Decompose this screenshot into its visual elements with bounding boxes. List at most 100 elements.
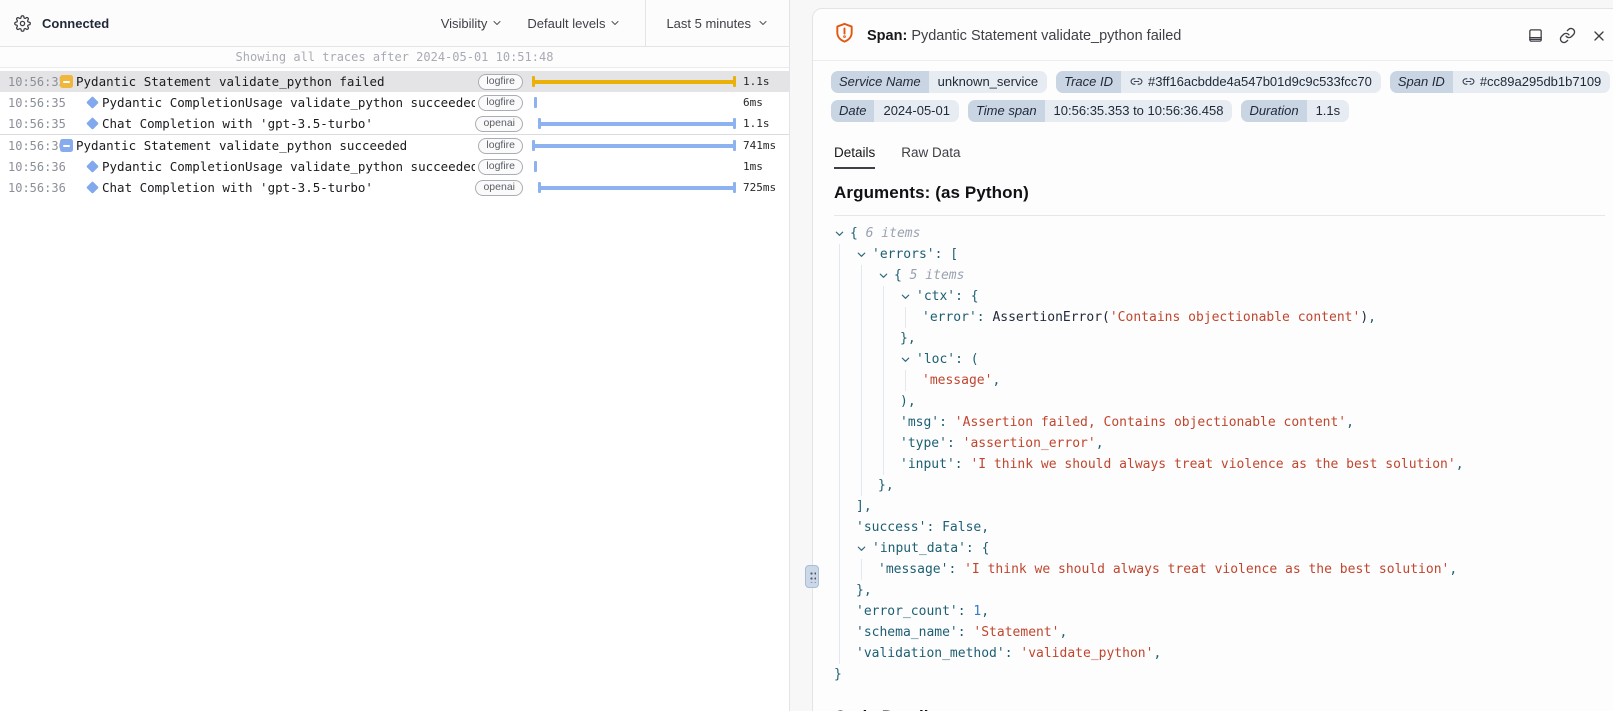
tab-raw-data[interactable]: Raw Data: [901, 145, 960, 169]
badge-value[interactable]: #cc89a295db1b7109: [1453, 71, 1610, 93]
trace-time: 10:56:35: [0, 75, 56, 89]
trace-tag: logfire: [478, 138, 523, 154]
badge-value-text: 2024-05-01: [883, 103, 950, 118]
code-token: 'assertion_error': [963, 433, 1096, 454]
badge-value-text: 1.1s: [1316, 103, 1341, 118]
trace-row[interactable]: 10:56:35Chat Completion with 'gpt-3.5-tu…: [0, 113, 789, 134]
default-levels-dropdown[interactable]: Default levels: [527, 16, 621, 31]
indent-guide: [856, 454, 878, 475]
code-token: 'Statement': [973, 622, 1059, 643]
tree-line: { 6 items: [834, 223, 1605, 244]
badge-label: Trace ID: [1056, 71, 1121, 93]
indent-guide: [834, 286, 856, 307]
indent-guide: [834, 559, 856, 580]
indent-guide: [856, 412, 878, 433]
tree-line: },: [834, 475, 1605, 496]
code-token: },: [856, 580, 872, 601]
trace-duration: 6ms: [743, 96, 789, 109]
badge-value[interactable]: #3ff16acbdde4a547b01d9c9c533fcc70: [1121, 71, 1381, 93]
indent-guide: [834, 433, 856, 454]
indent-guide: [856, 391, 878, 412]
span-detail-panel: Span: Pydantic Statement validate_python…: [812, 8, 1613, 711]
badge-value-text: #cc89a295db1b7109: [1480, 74, 1601, 89]
chevron-down-icon[interactable]: [834, 223, 850, 244]
code-details-heading: Code Details: [813, 685, 1613, 711]
tree-line: },: [834, 580, 1605, 601]
code-token: :: [939, 412, 955, 433]
code-token: },: [900, 328, 916, 349]
indent-guide: [834, 244, 856, 265]
code-token: {: [850, 223, 866, 244]
code-token: :: [1005, 643, 1021, 664]
trace-message: Pydantic Statement validate_python faile…: [76, 74, 475, 89]
code-token: 'type': [900, 433, 947, 454]
trace-tag: logfire: [478, 95, 523, 111]
gear-icon[interactable]: [14, 15, 31, 32]
code-token: ,: [981, 601, 989, 622]
indent-guide: [856, 286, 878, 307]
traces-panel: Connected Visibility Default levels Last…: [0, 0, 790, 711]
indent-guide: [878, 412, 900, 433]
indent-guide: [834, 370, 856, 391]
trace-row[interactable]: 10:56:36Pydantic Statement validate_pyth…: [0, 135, 789, 156]
code-token: ,: [1368, 307, 1376, 328]
trace-row[interactable]: 10:56:35Pydantic CompletionUsage validat…: [0, 92, 789, 113]
tree-line: 'message',: [834, 370, 1605, 391]
code-token: :: [947, 433, 963, 454]
code-token: {: [894, 265, 910, 286]
code-token: ,: [992, 370, 1000, 391]
indent-guide: [834, 391, 856, 412]
indent-guide: [878, 286, 900, 307]
badge-value-text: unknown_service: [938, 74, 1038, 89]
indent-guide: [900, 307, 922, 328]
time-range-label: Last 5 minutes: [666, 16, 751, 31]
indent-guide: [856, 433, 878, 454]
code-token: ,: [981, 517, 989, 538]
visibility-dropdown[interactable]: Visibility: [441, 16, 504, 31]
chevron-down-icon[interactable]: [856, 244, 872, 265]
tab-details[interactable]: Details: [834, 145, 875, 169]
code-token: 'loc': [916, 349, 955, 370]
indent-guide: [878, 328, 900, 349]
chevron-down-icon[interactable]: [900, 349, 916, 370]
indent-guide: [834, 496, 856, 517]
close-icon[interactable]: [1591, 28, 1607, 44]
link-icon[interactable]: [1559, 27, 1576, 44]
trace-row[interactable]: 10:56:35 Pydantic Statement validate_pyth…: [0, 71, 789, 92]
span-meta-badges: Service Nameunknown_serviceTrace ID#3ff1…: [813, 61, 1613, 133]
trace-time: 10:56:35: [0, 96, 56, 110]
info-level-icon: [56, 139, 76, 152]
tree-line: { 5 items: [834, 265, 1605, 286]
trace-group: 10:56:36Pydantic Statement validate_pyth…: [0, 134, 789, 198]
indent-guide: [834, 265, 856, 286]
code-token: 'Contains objectionable content': [1110, 307, 1360, 328]
span-diamond-icon: [82, 119, 102, 128]
grip-dots-icon: [809, 570, 816, 583]
span-diamond-icon: [82, 98, 102, 107]
indent-guide: [856, 559, 878, 580]
time-range-dropdown[interactable]: Last 5 minutes: [645, 0, 789, 46]
code-token: 'schema_name': [856, 622, 958, 643]
chevron-down-icon[interactable]: [878, 265, 894, 286]
tree-line: 'errors': [: [834, 244, 1605, 265]
code-token: 'validation_method': [856, 643, 1005, 664]
indent-guide: [878, 307, 900, 328]
resize-handle[interactable]: [805, 565, 819, 588]
code-token: 'error_count': [856, 601, 958, 622]
tree-line: 'input': 'I think we should always treat…: [834, 454, 1605, 475]
code-token: : {: [955, 286, 978, 307]
code-token: 'error': [922, 307, 977, 328]
trace-row[interactable]: 10:56:36Pydantic CompletionUsage validat…: [0, 156, 789, 177]
span-diamond-icon: [82, 162, 102, 171]
warning-shield-icon: [833, 21, 856, 50]
code-token: 'message': [878, 559, 948, 580]
tree-line: }: [834, 664, 1605, 685]
code-token: 'input': [900, 454, 955, 475]
indent-guide: [834, 475, 856, 496]
chevron-down-icon[interactable]: [856, 538, 872, 559]
chevron-down-icon[interactable]: [900, 286, 916, 307]
trace-row[interactable]: 10:56:36Chat Completion with 'gpt-3.5-tu…: [0, 177, 789, 198]
code-token: 'I think we should always treat violence…: [964, 559, 1449, 580]
panel-layout-icon[interactable]: [1527, 27, 1544, 44]
duration-bar: [532, 160, 736, 174]
